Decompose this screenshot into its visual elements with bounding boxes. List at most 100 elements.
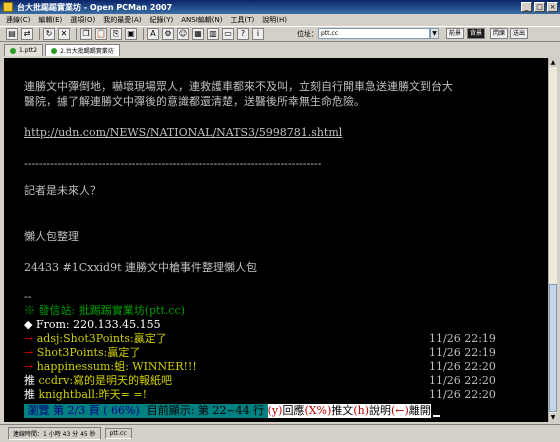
toolbar-separator	[76, 28, 77, 40]
push-user: happinessum	[36, 360, 111, 373]
host-name: ptt.cc	[104, 428, 132, 439]
scroll-up-icon[interactable]: ▲	[549, 58, 557, 67]
chart-icon[interactable]: ▥	[207, 28, 219, 40]
menu-options[interactable]: 選項(O)	[66, 15, 99, 25]
push-text: :蛆: WINNER!!!	[110, 360, 197, 373]
key-hint: (h)	[353, 404, 369, 418]
tab-label: 2.台大批踢踢實業坊	[60, 48, 114, 55]
push-tag: 推	[24, 388, 35, 401]
article-reference: 24433 #1Cxxid9t 連勝文中槍事件整理懶人包	[24, 261, 258, 274]
menu-ansi-edit[interactable]: ANSI編輯(N)	[177, 15, 226, 25]
push-text: :昨天= =!	[94, 388, 148, 401]
push-comment: → happinessum:蛆: WINNER!!!	[24, 360, 197, 374]
copy-paste-icon[interactable]: ⎘	[110, 28, 122, 40]
grid-icon[interactable]: ▦	[192, 28, 204, 40]
article-paragraph: 醫院，據了解連勝文中彈後的意識都還清楚，送醫後所幸無生命危險。	[24, 95, 365, 108]
line-indicator: 目前顯示: 第 22~44 行	[143, 404, 268, 418]
reconnect-icon[interactable]: ↻	[43, 28, 55, 40]
select-all-icon[interactable]: ▣	[125, 28, 137, 40]
push-comment: → adsj:Shot3Points:贏定了	[24, 332, 167, 346]
terminal-screen[interactable]: 連勝文中彈倒地，嚇壞現場眾人，連救護車都來不及叫，立刻自行開車急送連勝文到台大 …	[4, 58, 548, 422]
menu-favorites[interactable]: 我的最愛(A)	[99, 15, 145, 25]
key-hint: (←)	[390, 404, 409, 418]
new-connection-icon[interactable]: ▤	[6, 28, 18, 40]
post-from-line: ◆ From: 220.133.45.155	[24, 318, 161, 331]
toolbar-separator	[39, 28, 40, 40]
scroll-down-icon[interactable]: ▼	[549, 413, 557, 422]
blink-checkbox[interactable]: 閃爍	[490, 28, 509, 39]
push-tag: 推	[24, 374, 35, 387]
menu-connect[interactable]: 連線(C)	[2, 15, 34, 25]
push-time: 11/26 22:19	[429, 346, 496, 359]
tab-label: 1.ptt2	[19, 47, 38, 54]
menu-edit[interactable]: 編輯(E)	[34, 15, 66, 25]
article-paragraph: 連勝文中彈倒地，嚇壞現場眾人，連救護車都來不及叫，立刻自行開車急送連勝文到台大	[24, 80, 453, 93]
push-text: :贏定了	[103, 346, 141, 359]
tab-ptt2[interactable]: 1.ptt2	[4, 44, 44, 56]
article-link[interactable]: http://udn.com/NEWS/NATIONAL/NATS3/59987…	[24, 126, 342, 140]
connection-status-icon	[10, 47, 16, 54]
menu-tools[interactable]: 工具(T)	[226, 15, 258, 25]
disconnect-icon[interactable]: ✕	[58, 28, 70, 40]
send-button[interactable]: 送出	[510, 28, 529, 39]
signature-dash: --	[24, 290, 32, 303]
font-icon[interactable]: A	[147, 28, 159, 40]
app-icon	[3, 2, 13, 12]
bbs-status-line: 瀏覽 第 2/3 頁 ( 66%) 目前顯示: 第 22~44 行 (y) 回應(…	[24, 404, 440, 418]
maximize-button[interactable]: □	[534, 2, 545, 12]
key-hint-label: 說明	[368, 404, 391, 418]
close-button[interactable]: ×	[547, 2, 558, 12]
push-comment: 推 ccdrv:寫的是明天的報紙吧	[24, 374, 172, 388]
menu-bar: 連線(C) 編輯(E) 選項(O) 我的最愛(A) 紀錄(Y) ANSI編輯(N…	[0, 14, 560, 26]
key-hint: (X%)	[304, 404, 332, 418]
push-comment: → Shot3Points:贏定了	[24, 346, 140, 360]
page-indicator: 瀏覽 第 2/3 頁 ( 66%)	[24, 404, 144, 418]
foreground-color-button[interactable]: 前景	[446, 28, 465, 39]
scroll-thumb[interactable]	[549, 284, 557, 412]
push-text: :Shot3Points:贏定了	[59, 332, 167, 345]
background-color-button[interactable]: 背景	[467, 28, 486, 39]
window-title: 台大批踢踢實業坊 - Open PCMan 2007	[17, 2, 173, 12]
push-time: 11/26 22:20	[429, 374, 496, 387]
help-icon[interactable]: ?	[237, 28, 249, 40]
paste-icon[interactable]: 📋	[95, 28, 107, 40]
toolbar-separator	[143, 28, 144, 40]
menu-history[interactable]: 紀錄(Y)	[146, 15, 178, 25]
copy-icon[interactable]: ❐	[80, 28, 92, 40]
tab-bar: 1.ptt2 2.台大批踢踢實業坊	[0, 42, 560, 56]
separator-line: ----------------------------------------…	[24, 157, 322, 170]
vertical-scrollbar[interactable]: ▲ ▼	[548, 58, 557, 422]
menu-help[interactable]: 說明(H)	[258, 15, 291, 25]
key-hint: (y)	[267, 404, 283, 418]
title-bar: 台大批踢踢實業坊 - Open PCMan 2007 _ □ ×	[0, 0, 560, 14]
push-time: 11/26 22:19	[429, 332, 496, 345]
emoticon-icon[interactable]: ☺	[177, 28, 189, 40]
address-input[interactable]: ptt.cc	[318, 28, 430, 39]
connect-icon[interactable]: ⇄	[21, 28, 33, 40]
about-icon[interactable]: i	[252, 28, 264, 40]
tab-ptt[interactable]: 2.台大批踢踢實業坊	[45, 44, 120, 56]
window-icon[interactable]: ▭	[222, 28, 234, 40]
article-question: 記者是未來人？	[24, 184, 101, 197]
push-time: 11/26 22:20	[429, 388, 496, 401]
push-user: adsj	[36, 332, 60, 345]
push-arrow-icon: →	[24, 360, 34, 373]
key-hint-label: 離開	[408, 404, 431, 418]
push-arrow-icon: →	[24, 332, 34, 345]
status-bar: 連線時間：1 小時 43 分 45 秒 ptt.cc	[0, 424, 560, 442]
address-label: 位址：	[297, 30, 318, 38]
address-dropdown-button[interactable]: ▼	[430, 28, 439, 39]
article-heading: 懶人包整理	[24, 230, 79, 243]
key-hint-label: 推文	[331, 404, 354, 418]
push-user: ccdrv	[38, 374, 70, 387]
push-user: knightball	[38, 388, 95, 401]
connect-time: 連線時間：1 小時 43 分 45 秒	[8, 427, 101, 440]
connection-status-icon	[51, 47, 58, 54]
push-text: :寫的是明天的報紙吧	[69, 374, 173, 387]
settings-icon[interactable]: ⚙	[162, 28, 174, 40]
post-site-line: ※ 發信站: 批踢踢實業坊(ptt.cc)	[24, 304, 185, 317]
key-hint-label: 回應	[282, 404, 305, 418]
minimize-button[interactable]: _	[521, 2, 532, 12]
push-user: Shot3Points	[36, 346, 104, 359]
push-comment: 推 knightball:昨天= =!	[24, 388, 147, 402]
